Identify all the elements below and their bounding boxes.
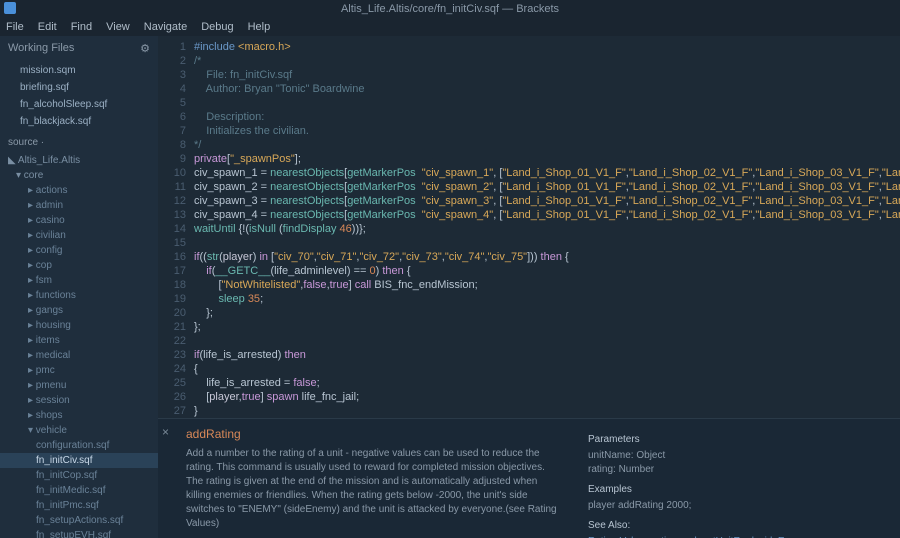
working-file[interactable]: mission.sqm	[0, 62, 158, 79]
menu-help[interactable]: Help	[248, 21, 271, 33]
tree-item[interactable]: ▸ casino	[0, 213, 158, 228]
editor: 1234567891011121314151617181920212223242…	[158, 36, 900, 538]
tree-item[interactable]: ▸ cop	[0, 258, 158, 273]
doc-param: rating: Number	[588, 463, 888, 477]
file-tree: ◣ Altis_Life.Altis▾ core▸ actions▸ admin…	[0, 153, 158, 538]
titlebar: Altis_Life.Altis/core/fn_initCiv.sqf — B…	[0, 0, 900, 18]
code-content[interactable]: #include <macro.h>/* File: fn_initCiv.sq…	[194, 36, 900, 418]
menu-file[interactable]: File	[6, 21, 24, 33]
tree-item[interactable]: ▸ civilian	[0, 228, 158, 243]
tree-item[interactable]: ▾ core	[0, 168, 158, 183]
doc-title: addRating	[186, 427, 558, 441]
doc-seealso-label: See Also:	[588, 519, 888, 533]
tree-item[interactable]: fn_setupEVH.sqf	[0, 528, 158, 538]
gutter: 1234567891011121314151617181920212223242…	[158, 36, 194, 418]
tree-item[interactable]: ▸ shops	[0, 408, 158, 423]
close-icon[interactable]: ×	[162, 425, 169, 439]
tree-item[interactable]: ▸ pmc	[0, 363, 158, 378]
tree-item[interactable]: ◣ Altis_Life.Altis	[0, 153, 158, 168]
working-file[interactable]: briefing.sqf	[0, 79, 158, 96]
tree-item[interactable]: ▸ actions	[0, 183, 158, 198]
code-area[interactable]: 1234567891011121314151617181920212223242…	[158, 36, 900, 418]
tree-item[interactable]: ▸ session	[0, 393, 158, 408]
sidebar: Working Files ⚙ mission.sqmbriefing.sqff…	[0, 36, 158, 538]
working-file[interactable]: fn_blackjack.sqf	[0, 113, 158, 130]
tree-item[interactable]: ▸ pmenu	[0, 378, 158, 393]
menu-edit[interactable]: Edit	[38, 21, 57, 33]
tree-item[interactable]: fn_initCiv.sqf	[0, 453, 158, 468]
tree-item[interactable]: ▸ gangs	[0, 303, 158, 318]
working-file[interactable]: fn_alcoholSleep.sqf	[0, 96, 158, 113]
tree-item[interactable]: ▸ housing	[0, 318, 158, 333]
doc-params-label: Parameters	[588, 433, 888, 447]
doc-description: Add a number to the rating of a unit - n…	[186, 447, 558, 531]
tree-item[interactable]: fn_initCop.sqf	[0, 468, 158, 483]
doc-panel: × addRating Add a number to the rating o…	[158, 418, 900, 538]
tree-item[interactable]: ▸ items	[0, 333, 158, 348]
menu-find[interactable]: Find	[71, 21, 92, 33]
tree-item[interactable]: ▸ admin	[0, 198, 158, 213]
tree-item[interactable]: fn_initPmc.sqf	[0, 498, 158, 513]
tree-item[interactable]: ▸ functions	[0, 288, 158, 303]
source-header[interactable]: source ·	[0, 132, 158, 153]
tree-item[interactable]: ▸ config	[0, 243, 158, 258]
menubar: File Edit Find View Navigate Debug Help	[0, 18, 900, 36]
doc-example: player addRating 2000;	[588, 499, 888, 513]
doc-examples-label: Examples	[588, 483, 888, 497]
doc-param: unitName: Object	[588, 449, 888, 463]
tree-item[interactable]: ▾ vehicle	[0, 423, 158, 438]
menu-debug[interactable]: Debug	[201, 21, 233, 33]
working-files-header[interactable]: Working Files ⚙	[0, 36, 158, 60]
gear-icon[interactable]: ⚙	[140, 42, 150, 55]
menu-navigate[interactable]: Navigate	[144, 21, 187, 33]
tree-item[interactable]: fn_setupActions.sqf	[0, 513, 158, 528]
tree-item[interactable]: fn_initMedic.sqf	[0, 483, 158, 498]
tree-item[interactable]: configuration.sqf	[0, 438, 158, 453]
tree-item[interactable]: ▸ medical	[0, 348, 158, 363]
menu-view[interactable]: View	[106, 21, 130, 33]
window-title: Altis_Life.Altis/core/fn_initCiv.sqf — B…	[341, 3, 559, 15]
tree-item[interactable]: ▸ fsm	[0, 273, 158, 288]
app-icon	[4, 2, 16, 14]
